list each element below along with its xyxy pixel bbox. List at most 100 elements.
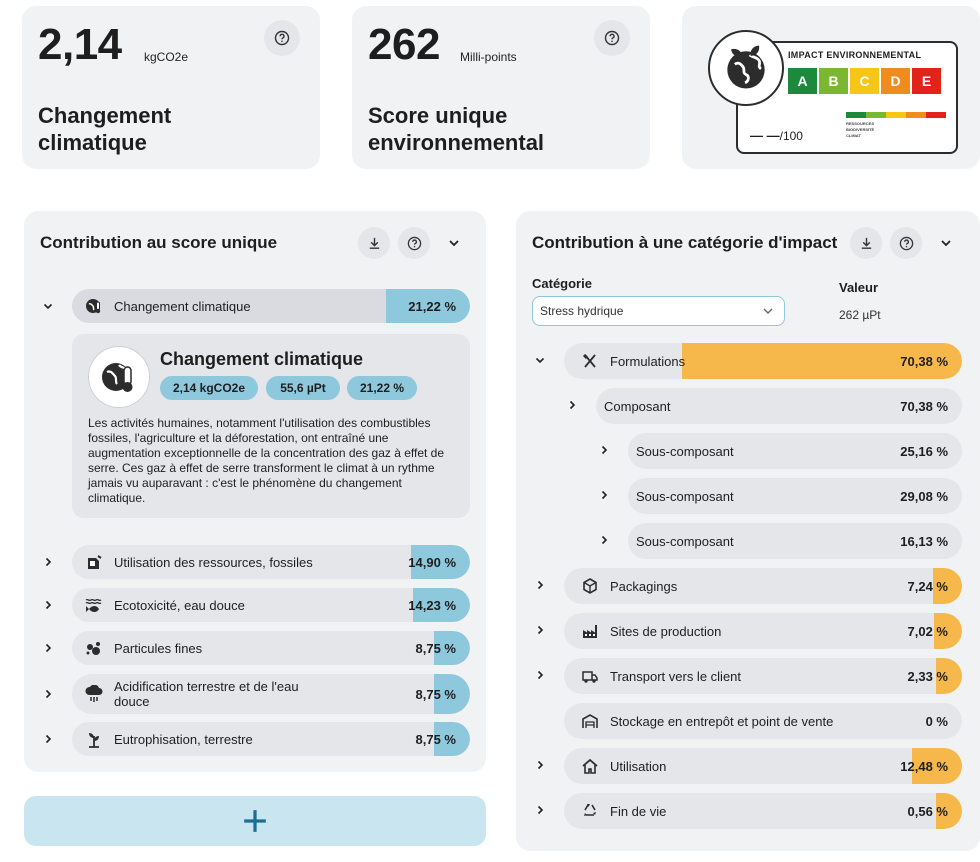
eco-grade: C <box>850 68 879 94</box>
row-label: Ecotoxicité, eau douce <box>114 597 245 613</box>
help-icon[interactable] <box>594 20 630 56</box>
row-toggle[interactable] <box>530 800 550 820</box>
detail-chip: 21,22 % <box>347 376 417 400</box>
chevron-right-icon <box>601 445 608 455</box>
collapse-panel-button[interactable] <box>444 233 464 253</box>
impact-row[interactable]: Stockage en entrepôt et point de vente 0 … <box>564 703 962 739</box>
kpi-label-line: Score unique <box>368 103 508 128</box>
row-label: Sous-composant <box>636 443 734 459</box>
impact-row[interactable]: Fin de vie 0,56 % <box>564 793 962 829</box>
row-toggle[interactable] <box>594 440 614 460</box>
globe-thermometer-icon <box>88 346 150 408</box>
contribution-row[interactable]: Acidification terrestre et de l'eau douc… <box>72 674 470 714</box>
row-toggle[interactable] <box>530 665 550 685</box>
row-toggle[interactable] <box>38 552 58 572</box>
eco-grades: ABCDE <box>788 68 941 94</box>
box-icon <box>580 576 600 596</box>
kpi-label: Score unique environnemental <box>368 102 544 156</box>
help-icon <box>407 236 421 250</box>
contribution-row[interactable]: Utilisation des ressources, fossiles 14,9… <box>72 545 470 579</box>
impact-row[interactable]: Composant 70,38 % <box>596 388 962 424</box>
eco-score-suffix: /100 <box>779 129 803 143</box>
row-toggle[interactable] <box>38 729 58 749</box>
detail-title: Changement climatique <box>160 349 364 369</box>
impact-row[interactable]: Utilisation 12,48 % <box>564 748 962 784</box>
impact-row[interactable]: Sous-composant 25,16 % <box>628 433 962 469</box>
row-toggle[interactable] <box>38 595 58 615</box>
help-icon <box>899 236 913 250</box>
row-label: Utilisation <box>610 758 667 774</box>
row-percent: 8,75 % <box>415 640 456 656</box>
row-toggle[interactable] <box>38 296 58 316</box>
category-select[interactable]: Stress hydrique <box>532 296 785 326</box>
help-icon[interactable] <box>264 20 300 56</box>
chevron-right-icon <box>537 760 544 770</box>
help-button[interactable] <box>398 227 430 259</box>
contribution-row[interactable]: Particules fines 8,75 % <box>72 631 470 665</box>
row-toggle[interactable] <box>38 684 58 704</box>
row-label: Formulations <box>610 353 686 369</box>
download-icon <box>369 237 379 249</box>
plus-icon <box>244 810 266 832</box>
utensils-icon <box>580 351 600 371</box>
add-button[interactable] <box>24 796 486 846</box>
row-percent: 0,56 % <box>907 803 948 819</box>
kpi-label: Changement climatique <box>38 102 171 156</box>
impact-row[interactable]: Formulations 70,38 % <box>564 343 962 379</box>
row-percent: 70,38 % <box>900 398 948 414</box>
fuel-can-icon <box>84 552 104 572</box>
row-percent: 8,75 % <box>415 731 456 747</box>
impact-row[interactable]: Sites de production 7,02 % <box>564 613 962 649</box>
row-toggle[interactable] <box>562 395 582 415</box>
contribution-row[interactable]: Eutrophisation, terrestre 8,75 % <box>72 722 470 756</box>
row-label: Eutrophisation, terrestre <box>114 731 253 747</box>
row-toggle[interactable] <box>530 575 550 595</box>
chevron-right-icon <box>537 580 544 590</box>
row-percent: 0 % <box>925 713 948 729</box>
eco-grade: A <box>788 68 817 94</box>
download-button[interactable] <box>358 227 390 259</box>
detail-description: Les activités humaines, notamment l'util… <box>88 416 445 505</box>
row-label: Sous-composant <box>636 488 734 504</box>
impact-row[interactable]: Sous-composant 29,08 % <box>628 478 962 514</box>
download-button[interactable] <box>850 227 882 259</box>
kpi-card-climate: 2,14 kgCO2e Changement climatique <box>22 6 320 169</box>
row-label: Utilisation des ressources, fossiles <box>114 554 313 570</box>
contribution-row-climate[interactable]: Changement climatique 21,22 % <box>72 289 470 323</box>
chevron-right-icon <box>45 734 52 744</box>
eco-mini-gauge: RESSOURCES BIODIVERSITÉ CLIMAT <box>846 112 946 139</box>
row-toggle[interactable] <box>530 620 550 640</box>
row-percent: 14,23 % <box>408 597 456 613</box>
row-label: Changement climatique <box>114 298 251 314</box>
row-percent: 2,33 % <box>907 668 948 684</box>
impact-row[interactable]: Packagings 7,24 % <box>564 568 962 604</box>
row-toggle[interactable] <box>530 350 550 370</box>
row-toggle[interactable] <box>530 755 550 775</box>
row-label: Composant <box>604 398 671 414</box>
panel-title: Contribution au score unique <box>40 233 278 252</box>
globe-thermometer-icon <box>84 296 104 316</box>
impact-row[interactable]: Transport vers le client 2,33 % <box>564 658 962 694</box>
row-label: Packagings <box>610 578 678 594</box>
home-icon <box>580 756 600 776</box>
eco-label-card: IMPACT ENVIRONNEMENTAL ABCDE — —/100 RES… <box>682 6 980 169</box>
row-toggle[interactable] <box>38 638 58 658</box>
particles-icon <box>84 638 104 658</box>
row-toggle[interactable] <box>594 530 614 550</box>
help-button[interactable] <box>890 227 922 259</box>
panel-title: Contribution à une catégorie d'impact <box>532 233 838 252</box>
row-label: Sites de production <box>610 623 722 639</box>
collapse-panel-button[interactable] <box>936 233 956 253</box>
kpi-label-line: climatique <box>38 130 147 155</box>
chevron-right-icon <box>45 643 52 653</box>
category-select-value: Stress hydrique <box>540 304 624 318</box>
value-text: 262 µPt <box>839 308 881 322</box>
chevron-right-icon <box>601 490 608 500</box>
impact-row[interactable]: Sous-composant 16,13 % <box>628 523 962 559</box>
plant-icon <box>84 729 104 749</box>
eco-grade: D <box>881 68 910 94</box>
category-label: Catégorie <box>532 276 592 291</box>
contribution-row[interactable]: Ecotoxicité, eau douce 14,23 % <box>72 588 470 622</box>
row-toggle[interactable] <box>594 485 614 505</box>
row-percent: 25,16 % <box>900 443 948 459</box>
